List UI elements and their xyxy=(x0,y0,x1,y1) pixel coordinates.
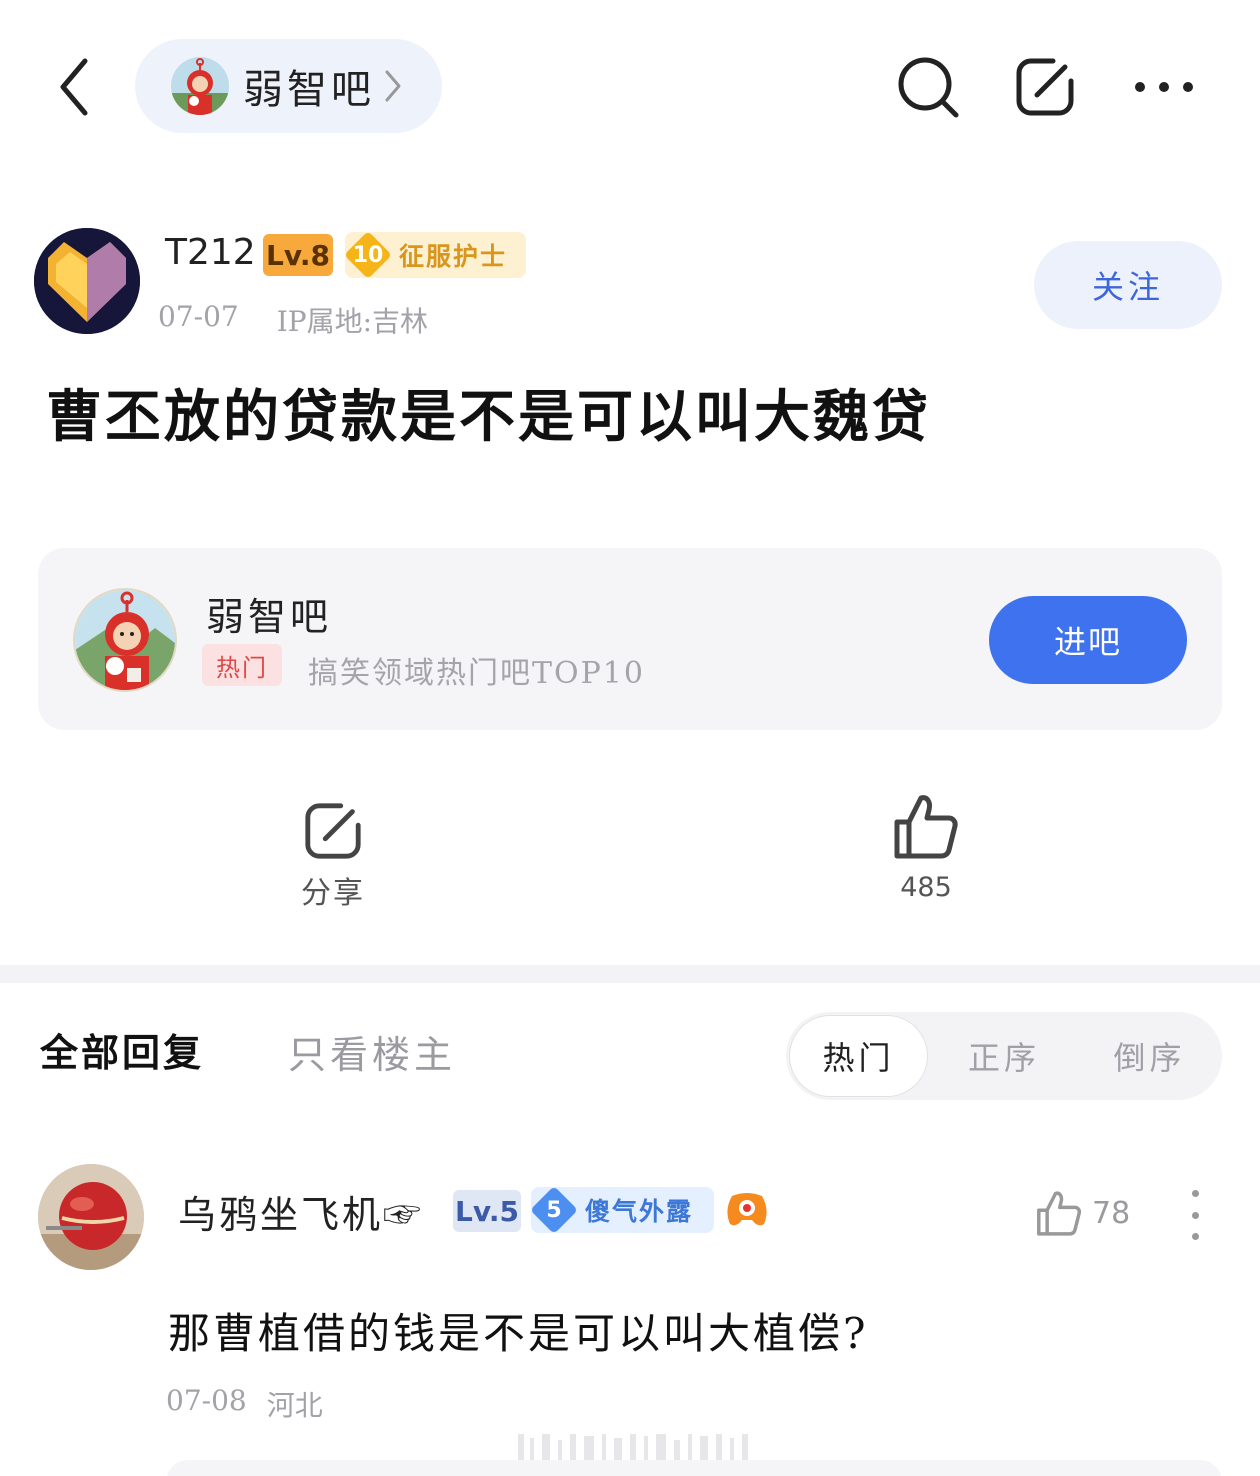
forum-pill[interactable]: 弱智吧 xyxy=(135,39,442,133)
sort-descending[interactable]: 倒序 xyxy=(1077,1012,1222,1100)
share-action[interactable]: 分享 xyxy=(273,800,393,912)
edit-icon xyxy=(1016,58,1074,116)
reply-like-button[interactable]: 78 xyxy=(1036,1188,1130,1238)
reply-avatar[interactable] xyxy=(38,1164,144,1270)
tab-owner-only[interactable]: 只看楼主 xyxy=(288,1024,456,1079)
thumbs-up-icon xyxy=(894,795,958,859)
post-meta: 07-07 IP属地:吉林 xyxy=(158,300,428,340)
ip-location: IP属地:吉林 xyxy=(276,305,429,338)
tab-all-replies[interactable]: 全部回复 xyxy=(40,1022,204,1077)
sort-hot[interactable]: 热门 xyxy=(789,1015,928,1097)
sort-ascending[interactable]: 正序 xyxy=(931,1012,1077,1100)
forum-pill-name: 弱智吧 xyxy=(243,67,375,113)
title-level-number: 10 xyxy=(352,242,384,268)
reply-meta: 07-08 河北 xyxy=(166,1384,323,1424)
nested-reply-card xyxy=(166,1460,1222,1476)
reply-date: 07-08 xyxy=(166,1384,247,1417)
top-bar: 弱智吧 xyxy=(0,0,1260,170)
reply-title-level-icon: 5 xyxy=(529,1185,579,1235)
hot-tag: 热门 xyxy=(202,644,282,686)
level-badge: Lv.8 xyxy=(263,234,333,276)
reply-thumbs-up-icon xyxy=(1037,1191,1082,1236)
reply-like-count: 78 xyxy=(1092,1195,1131,1231)
back-button[interactable] xyxy=(52,52,96,122)
reply-author-name[interactable]: 乌鸦坐飞机☞ xyxy=(178,1184,424,1239)
title-level-icon: 10 xyxy=(343,230,393,280)
sort-switch: 热门 正序 倒序 xyxy=(786,1012,1222,1100)
more-dot-icon xyxy=(1191,1190,1199,1197)
reply-more-button[interactable] xyxy=(1178,1190,1212,1240)
section-divider xyxy=(0,965,1260,983)
more-dot-icon xyxy=(1191,1233,1199,1240)
search-icon xyxy=(898,57,959,118)
forum-card[interactable]: 弱智吧 热门 搞笑领域热门吧TOP10 进吧 xyxy=(38,548,1222,730)
post-title: 曹丕放的贷款是不是可以叫大魏贷 xyxy=(46,384,931,450)
game-controller-icon xyxy=(727,1193,767,1226)
author-name[interactable]: T212 xyxy=(165,232,256,273)
share-label: 分享 xyxy=(301,876,365,911)
more-icon xyxy=(1135,82,1193,92)
forum-card-name: 弱智吧 xyxy=(206,595,333,639)
like-count: 485 xyxy=(900,872,952,903)
search-button[interactable] xyxy=(893,52,963,122)
share-icon xyxy=(305,803,361,859)
forum-avatar-small xyxy=(171,57,229,115)
post-date: 07-07 xyxy=(158,300,239,333)
title-badge: 10 征服护士 xyxy=(343,230,526,280)
forum-card-description: 搞笑领域热门吧TOP10 xyxy=(308,656,645,691)
author-avatar[interactable] xyxy=(34,228,140,334)
reply-title-badge: 5 傻气外露 xyxy=(529,1185,714,1235)
reply-text: 那曹植借的钱是不是可以叫大植偿? xyxy=(168,1309,869,1358)
chevron-right-icon xyxy=(385,70,401,102)
reply-title-text: 傻气外露 xyxy=(585,1197,694,1226)
enter-forum-button[interactable]: 进吧 xyxy=(989,596,1187,684)
share-top-button[interactable] xyxy=(1010,52,1080,122)
reply-level-badge: Lv.5 xyxy=(453,1190,521,1232)
more-button[interactable] xyxy=(1127,52,1197,122)
reply-location: 河北 xyxy=(266,1389,323,1422)
back-arrow-icon xyxy=(60,58,88,116)
reply-title-level-number: 5 xyxy=(546,1197,562,1223)
like-action[interactable]: 485 xyxy=(866,792,986,903)
follow-button[interactable]: 关注 xyxy=(1034,241,1222,329)
more-dot-icon xyxy=(1191,1211,1199,1219)
title-badge-text: 征服护士 xyxy=(399,242,508,271)
forum-avatar xyxy=(73,588,177,692)
